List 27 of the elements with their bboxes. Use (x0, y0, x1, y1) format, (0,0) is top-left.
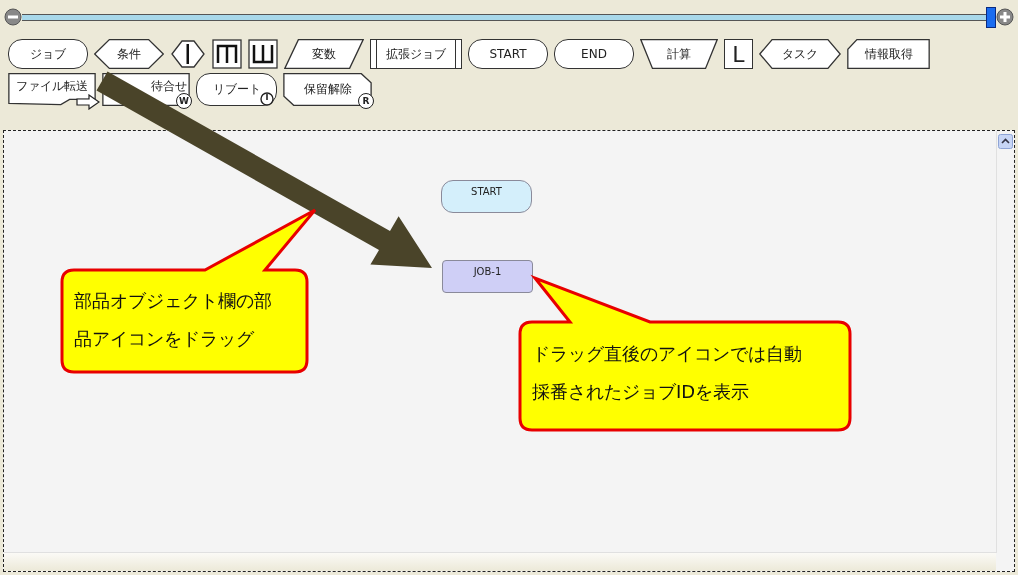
start-node[interactable]: START (441, 180, 532, 213)
task-item[interactable]: タスク (759, 39, 841, 69)
merge-item[interactable] (212, 39, 242, 69)
vertical-scrollbar[interactable] (996, 131, 1014, 553)
variable-item[interactable]: 変数 (284, 39, 364, 69)
slider-thumb[interactable] (986, 6, 997, 28)
palette-item[interactable]: ジョブ (8, 39, 88, 69)
callout-text: ドラッグ直後のアイコンでは自動採番されたジョブIDを表示 (532, 342, 803, 404)
scroll-up-icon[interactable] (998, 134, 1013, 149)
palette-item[interactable]: START (468, 39, 548, 69)
extended-job-item[interactable]: 拡張ジョブ (370, 39, 462, 69)
condition-item[interactable]: 条件 (94, 39, 164, 69)
zoom-out-icon[interactable] (4, 8, 22, 26)
branch-item[interactable] (170, 39, 206, 69)
job-node[interactable]: JOB-1 (442, 260, 533, 293)
reboot-item[interactable]: リブート (196, 73, 277, 106)
calc-item[interactable]: 計算 (640, 39, 718, 69)
callout-text: 部品オブジェクト欄の部品アイコンをドラッグ (74, 289, 273, 351)
loop-item[interactable]: L (724, 39, 753, 69)
palette-item[interactable]: END (554, 39, 634, 69)
arrow-icon (76, 94, 100, 110)
hold-release-item[interactable]: 保留解除 R (283, 73, 372, 106)
horizontal-scrollbar[interactable] (4, 552, 996, 571)
merge-item[interactable] (248, 39, 278, 69)
zoom-in-icon[interactable] (996, 8, 1014, 26)
info-item[interactable]: 情報取得 (847, 39, 930, 69)
power-icon (260, 92, 274, 106)
